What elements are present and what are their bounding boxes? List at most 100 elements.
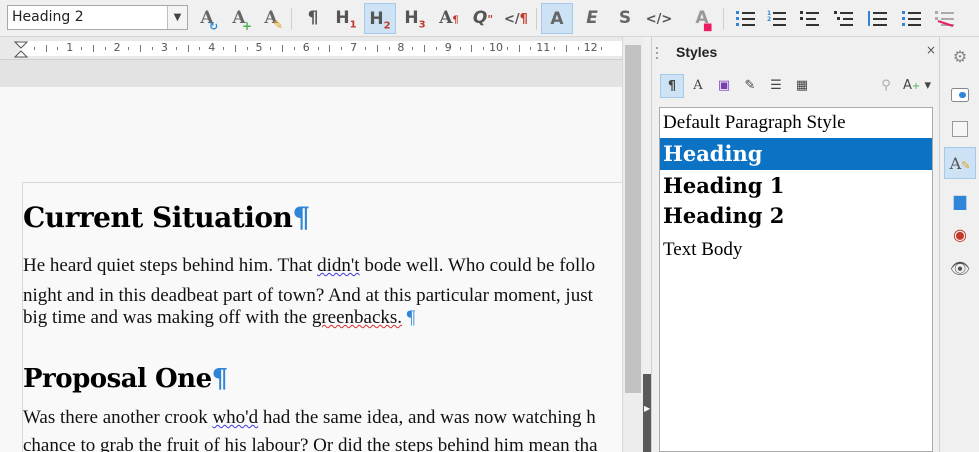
- formatting-toolbar: Heading 2 ▼ A ↻ A + A ✎ ¶ H1 H2 H3 A¶ Q"…: [0, 0, 979, 37]
- heading-2-icon: H2: [369, 9, 391, 32]
- unordered-list-button[interactable]: [730, 3, 762, 34]
- paragraph-1-line-2[interactable]: night and in this deadbeat part of town?…: [23, 285, 593, 307]
- gallery-icon: ▆: [953, 191, 967, 210]
- paragraph-1-line-1[interactable]: He heard quiet steps behind him. That di…: [23, 255, 595, 277]
- scrollbar-thumb[interactable]: [625, 45, 641, 393]
- paragraph-style-combobox[interactable]: Heading 2 ▼: [7, 5, 188, 30]
- list-styles-button[interactable]: ☰: [764, 74, 788, 98]
- ruler-tick: [246, 47, 248, 50]
- strong-emphasis-button[interactable]: E: [576, 3, 608, 34]
- list-checked-icon: [902, 11, 921, 26]
- character-styles-button[interactable]: A: [686, 74, 710, 98]
- gallery-deck-button[interactable]: ▆: [944, 185, 976, 217]
- navigator-deck-button[interactable]: ◉: [944, 219, 976, 251]
- ruler-tick: [329, 45, 331, 52]
- default-paragraph-button[interactable]: ¶: [297, 3, 329, 34]
- ruler-tick: [128, 47, 130, 50]
- list-style-a-button[interactable]: [794, 3, 826, 34]
- document-heading-proposal-one[interactable]: Proposal One¶: [23, 364, 228, 394]
- new-style-menu-button[interactable]: A+ ▾: [900, 74, 934, 98]
- heading-text: Proposal One: [23, 364, 212, 394]
- chevron-right-icon: ▶: [644, 404, 651, 413]
- toolbar-separator: [723, 8, 724, 30]
- list-style-d-button[interactable]: [896, 3, 928, 34]
- grip-icon[interactable]: [655, 46, 659, 60]
- style-label: Text Body: [663, 239, 743, 260]
- heading-1-button[interactable]: H1: [330, 3, 362, 34]
- paragraph-1-line-3[interactable]: big time and was making off with the gre…: [23, 307, 415, 329]
- page-style-icon: ✎: [744, 78, 756, 93]
- quotations-icon: Q": [472, 8, 494, 28]
- ruler-tick: [223, 47, 225, 50]
- properties-button[interactable]: ⚙: [944, 41, 976, 73]
- edit-style-button[interactable]: A ✎: [255, 3, 287, 34]
- ruler-number: 12: [583, 41, 598, 54]
- preformatted-icon: </¶: [504, 12, 528, 27]
- quotations-button[interactable]: Q": [467, 3, 499, 34]
- vertical-scrollbar[interactable]: [622, 37, 643, 452]
- text-run: chance to grab the fruit of his labour? …: [23, 435, 598, 452]
- update-style-button[interactable]: A ↻: [191, 3, 223, 34]
- page-deck-button[interactable]: [944, 79, 976, 111]
- style-item-heading-1[interactable]: Heading 1: [660, 170, 932, 202]
- ruler-tick: [282, 45, 284, 52]
- chevron-down-icon[interactable]: ▼: [167, 6, 187, 29]
- frame-style-icon: ▣: [717, 78, 731, 93]
- spellcheck-word: greenbacks.: [311, 307, 403, 328]
- document-page[interactable]: Current Situation¶ He heard quiet steps …: [22, 182, 622, 452]
- paragraph-style-icon: ¶: [667, 79, 677, 94]
- table-styles-button[interactable]: ▦: [790, 74, 814, 98]
- list-style-c-button[interactable]: [862, 3, 894, 34]
- strong-button[interactable]: S: [609, 3, 641, 34]
- no-list-button[interactable]: [929, 3, 961, 34]
- pilcrow-mark: ¶: [211, 364, 229, 394]
- frame-styles-button[interactable]: ▣: [712, 74, 736, 98]
- ruler-tick: [412, 47, 414, 50]
- bullet-list-icon: [736, 11, 755, 26]
- style-list[interactable]: Default Paragraph Style Heading Heading …: [659, 107, 933, 452]
- fill-format-button[interactable]: ⚲: [874, 74, 898, 98]
- style-item-text-body[interactable]: Text Body: [660, 236, 932, 268]
- paragraph-style-value[interactable]: Heading 2: [12, 9, 84, 25]
- style-label: Heading: [663, 141, 763, 166]
- strong-emphasis-icon: S: [618, 8, 632, 28]
- styles-deck-button[interactable]: A✎: [944, 147, 976, 179]
- horizontal-ruler[interactable]: 1 2 3 4 5 6 7 8 9 10 11 12: [0, 38, 622, 60]
- document-heading-current-situation[interactable]: Current Situation¶: [23, 201, 310, 234]
- page-icon: [952, 121, 968, 137]
- close-icon[interactable]: ×: [926, 43, 936, 57]
- ruler-tick: [104, 47, 106, 50]
- ruler-tick: [518, 45, 520, 52]
- ruler-number: 5: [255, 41, 263, 54]
- ruler-tick: [341, 47, 343, 50]
- sidebar-collapse-handle[interactable]: ▶: [643, 374, 651, 452]
- ordered-list-button[interactable]: 1 2: [761, 3, 793, 34]
- new-style-button[interactable]: A +: [223, 3, 255, 34]
- ruler-tick: [92, 45, 94, 52]
- ruler-tick: [293, 47, 295, 50]
- emphasis-button[interactable]: A: [541, 3, 573, 34]
- no-character-style-button[interactable]: A ■: [686, 3, 718, 34]
- heading-3-button[interactable]: H3: [399, 3, 431, 34]
- page-styles-button[interactable]: ✎: [738, 74, 762, 98]
- ruler-tick: [364, 47, 366, 50]
- ruler-number: 9: [444, 41, 452, 54]
- paragraph-styles-button[interactable]: ¶: [660, 74, 684, 98]
- indent-marker-icon[interactable]: [14, 41, 28, 58]
- preformatted-text-button[interactable]: </¶: [500, 3, 532, 34]
- sidebar-deck: ⚙ A✎ ▆ ◉ 👁: [939, 37, 979, 452]
- heading-2-button[interactable]: H2: [364, 3, 396, 34]
- manage-changes-deck-button[interactable]: 👁: [944, 253, 976, 285]
- ruler-tick: [530, 47, 532, 50]
- style-item-heading[interactable]: Heading: [660, 138, 932, 170]
- blank-deck-button[interactable]: [944, 113, 976, 145]
- paragraph-2-line-1[interactable]: Was there another crook who'd had the sa…: [23, 407, 596, 429]
- source-text-button[interactable]: </>: [643, 3, 675, 34]
- style-item-heading-2[interactable]: Heading 2: [660, 202, 932, 234]
- writer-window: { "toolbar": { "paragraph_style_value": …: [0, 0, 979, 452]
- ruler-tick: [435, 47, 437, 50]
- style-item-default[interactable]: Default Paragraph Style: [660, 108, 932, 140]
- text-body-button[interactable]: A¶: [433, 3, 465, 34]
- list-style-b-button[interactable]: [828, 3, 860, 34]
- paragraph-2-line-2[interactable]: chance to grab the fruit of his labour? …: [23, 435, 598, 452]
